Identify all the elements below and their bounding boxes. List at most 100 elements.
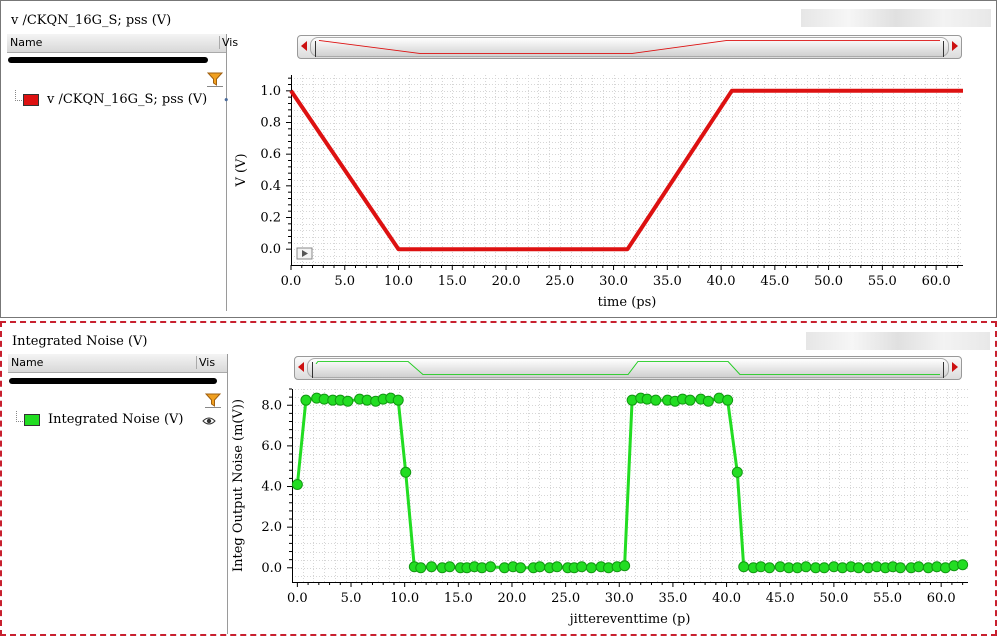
data-point	[515, 562, 527, 574]
data-point	[415, 562, 427, 574]
legend-col-vis[interactable]: Vis	[219, 36, 238, 49]
series-line	[289, 88, 963, 252]
legend-item-noise[interactable]: Integrated Noise (V)	[24, 412, 183, 427]
legend-scrollbar[interactable]	[9, 378, 217, 384]
x-tick-label: 0.0	[281, 274, 302, 289]
data-point	[576, 561, 588, 573]
x-tick-label: 25.0	[545, 274, 574, 289]
y-axis-label: Integ Output Noise (m(V))	[231, 399, 246, 572]
panel-title: v /CKQN_16G_S; pss (V)	[11, 13, 172, 28]
voltage-chart[interactable]: 0.0 5.0 10.0 15.0 20.0 25.0 30.0 35.0 40.0 45.0 50…	[227, 65, 972, 317]
x-tick-label: 10.0	[384, 274, 413, 289]
thumb-grip-right[interactable]	[943, 41, 944, 57]
data-point	[342, 395, 354, 407]
data-point	[957, 559, 969, 571]
thumb-grip-right[interactable]	[943, 362, 944, 378]
y-tick-label: 0.2	[260, 211, 281, 226]
overview-trace	[318, 40, 941, 54]
x-tick-label: 10.0	[390, 591, 419, 606]
legend-col-vis[interactable]: Vis	[196, 356, 215, 369]
panel-title: Integrated Noise (V)	[12, 334, 148, 349]
zoom-thumb[interactable]	[307, 358, 949, 378]
data-point	[800, 561, 812, 573]
trace-color-swatch	[24, 413, 40, 426]
waveform-panel-noise: Integrated Noise (V) Name Vis Integrated…	[0, 321, 997, 636]
data-point	[585, 562, 597, 574]
data-point	[400, 466, 412, 478]
data-point	[853, 562, 865, 574]
y-tick-label: 0.6	[260, 147, 281, 162]
legend-header: Name Vis	[8, 354, 227, 373]
x-tick-label: 20.0	[497, 591, 526, 606]
data-point	[551, 561, 563, 573]
data-point	[534, 561, 546, 573]
data-point	[684, 394, 696, 406]
scroll-left-arrow-icon[interactable]	[298, 362, 304, 372]
legend-item-label: Integrated Noise (V)	[48, 412, 184, 427]
x-tick-label: 50.0	[814, 274, 843, 289]
x-tick-label: 35.0	[653, 274, 682, 289]
data-point	[425, 561, 437, 573]
data-point	[485, 561, 497, 573]
zoom-scrollbar-bottom[interactable]	[294, 356, 962, 380]
x-tick-label: 25.0	[551, 591, 580, 606]
x-tick-label: 40.0	[707, 274, 736, 289]
y-tick-label: 0.0	[260, 242, 281, 257]
x-tick-label: 45.0	[760, 274, 789, 289]
x-axis-label: jittereventtime (p)	[568, 612, 691, 627]
play-button-icon[interactable]	[296, 247, 313, 260]
legend-scrollbar[interactable]	[8, 57, 208, 63]
x-tick-label: 40.0	[712, 591, 741, 606]
blurred-toolbar	[806, 332, 990, 350]
x-tick-label: 55.0	[868, 274, 897, 289]
y-axis-label: V (V)	[234, 153, 249, 187]
x-tick-label: 15.0	[438, 274, 467, 289]
legend-col-name[interactable]: Name	[10, 36, 42, 49]
waveform-panel-voltage: v /CKQN_16G_S; pss (V) Name Vis v /CKQN_…	[0, 0, 997, 318]
x-tick-label: 0.0	[287, 591, 308, 606]
y-tick-label: 0.8	[260, 116, 281, 131]
legend-item-label: v /CKQN_16G_S; pss (V)	[47, 92, 208, 107]
x-tick-label: 55.0	[873, 591, 902, 606]
overview-trace	[315, 361, 940, 375]
noise-chart[interactable]: 0.0 5.0 10.0 15.0 20.0 25.0 30.0 35.0 40.0 45.0 50…	[228, 387, 973, 635]
x-tick-label: 15.0	[444, 591, 473, 606]
scroll-left-arrow-icon[interactable]	[301, 41, 307, 51]
y-tick-label: 6.0	[261, 439, 282, 454]
data-point	[444, 561, 456, 573]
data-point	[650, 394, 662, 406]
data-point	[291, 478, 303, 490]
data-point	[818, 562, 830, 574]
legend-pane: Name Vis Integrated Noise (V)	[6, 354, 228, 634]
legend-col-name[interactable]: Name	[11, 356, 43, 369]
x-axis-label: time (ps)	[598, 295, 657, 310]
x-tick-label: 60.0	[927, 591, 956, 606]
y-tick-label: 2.0	[261, 520, 282, 535]
data-point	[731, 466, 743, 478]
thumb-grip-left[interactable]	[315, 41, 316, 57]
trace-color-swatch	[23, 93, 39, 106]
visibility-eye-icon[interactable]	[202, 416, 216, 426]
y-tick-label: 4.0	[261, 480, 282, 495]
legend-pane: Name Vis v /CKQN_16G_S; pss (V) •	[5, 34, 238, 311]
scroll-right-arrow-icon[interactable]	[952, 362, 958, 372]
zoom-scrollbar-top[interactable]	[297, 35, 962, 59]
legend-item-voltage[interactable]: v /CKQN_16G_S; pss (V)	[23, 92, 207, 107]
x-tick-label: 60.0	[922, 274, 951, 289]
thumb-grip-left[interactable]	[312, 362, 313, 378]
x-tick-label: 30.0	[599, 274, 628, 289]
filter-funnel-icon[interactable]	[205, 392, 221, 408]
y-tick-label: 1.0	[260, 84, 281, 99]
filter-funnel-icon[interactable]	[207, 71, 223, 87]
zoom-thumb[interactable]	[310, 37, 949, 57]
data-point	[738, 561, 750, 573]
data-point	[300, 394, 312, 406]
x-tick-label: 5.0	[334, 274, 355, 289]
data-point	[702, 395, 714, 407]
x-tick-label: 35.0	[658, 591, 687, 606]
data-point	[913, 561, 925, 573]
y-tick-label: 8.0	[261, 398, 282, 413]
y-tick-label: 0.4	[260, 179, 281, 194]
blurred-toolbar	[801, 9, 991, 27]
scroll-right-arrow-icon[interactable]	[952, 41, 958, 51]
